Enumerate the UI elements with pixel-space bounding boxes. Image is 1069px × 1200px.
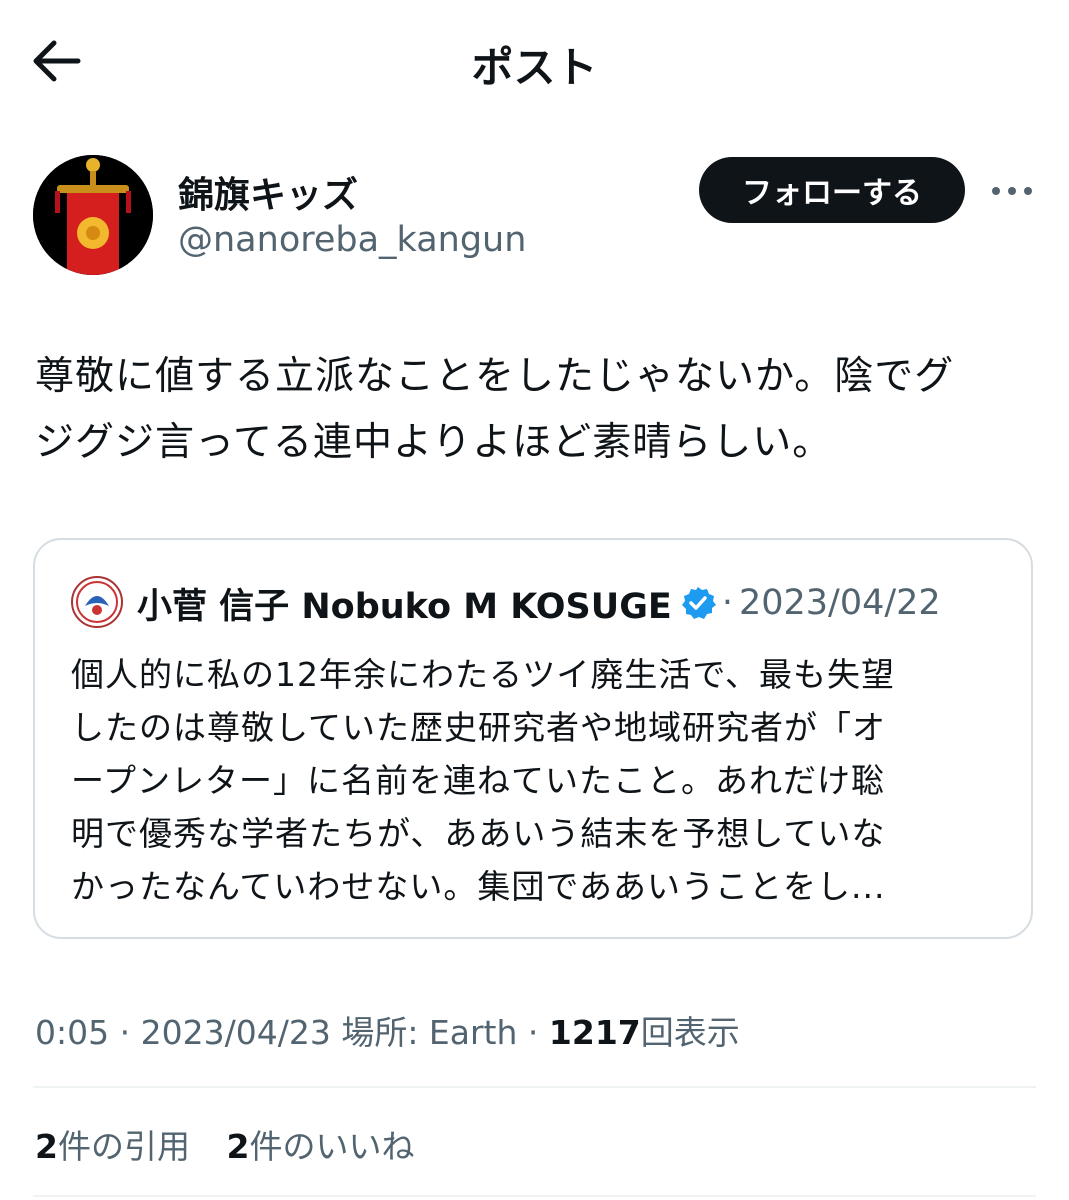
quoted-text-line: 個人的に私の12年余にわたるツイ廃生活で、最も失望	[71, 655, 896, 694]
quoted-post-date: 2023/04/22	[738, 583, 941, 623]
banner-flag-icon	[33, 155, 153, 275]
author-handle[interactable]: @nanoreba_kangun	[178, 220, 526, 260]
views-label: 回表示	[640, 1013, 740, 1052]
logo-icon	[75, 580, 119, 624]
divider	[33, 1086, 1036, 1088]
quoted-text-line: かったなんていわせない。集団でああいうことをし...	[71, 867, 886, 906]
views-count: 1217	[548, 1013, 641, 1052]
post-location: 場所: Earth	[341, 1013, 518, 1052]
verified-badge-icon	[681, 587, 716, 619]
quotes-label: 件の引用	[57, 1127, 190, 1166]
quotes-link[interactable]: 2件の引用	[35, 1127, 190, 1166]
quoted-post-header: 小菅 信子 Nobuko M KOSUGE · 2023/04/22	[137, 574, 941, 632]
quoted-post-card[interactable]: 小菅 信子 Nobuko M KOSUGE · 2023/04/22 個人的に私…	[33, 538, 1033, 939]
quoted-post-text: 個人的に私の12年余にわたるツイ廃生活で、最も失望 したのは尊敬していた歴史研究…	[71, 648, 1001, 913]
divider	[33, 1195, 1036, 1197]
likes-link[interactable]: 2件のいいね	[226, 1127, 414, 1166]
post-text: 尊敬に値する立派なことをしたじゃないか。陰でグ ジグジ言ってる連中よりよほど素晴…	[35, 344, 1045, 476]
author-display-name[interactable]: 錦旗キッズ	[178, 166, 358, 218]
quoted-author-name: 小菅 信子 Nobuko M KOSUGE	[137, 586, 672, 627]
likes-label: 件のいいね	[249, 1127, 415, 1166]
separator-dot: ·	[527, 1013, 539, 1052]
likes-count: 2	[226, 1127, 250, 1166]
post-text-line: ジグジ言ってる連中よりよほど素晴らしい。	[35, 420, 833, 465]
more-options-icon[interactable]	[988, 176, 1036, 206]
quotes-count: 2	[35, 1127, 58, 1166]
separator-dot: ·	[721, 583, 733, 623]
quoted-text-line: 明で優秀な学者たちが、ああいう結末を予想していな	[71, 814, 886, 853]
page-title: ポスト	[471, 43, 598, 92]
post-time[interactable]: 0:05	[35, 1013, 109, 1052]
post-text-line: 尊敬に値する立派なことをしたじゃないか。陰でグ	[35, 354, 955, 399]
author-avatar[interactable]	[33, 155, 153, 275]
quoted-text-line: したのは尊敬していた歴史研究者や地域研究者が「オ	[71, 708, 887, 747]
post-metadata: 0:05 · 2023/04/23 場所: Earth · 1217回表示	[35, 1006, 740, 1054]
engagement-stats: 2件の引用 2件のいいね	[35, 1120, 440, 1168]
quoted-text-line: ープンレター」に名前を連ねていたこと。あれだけ聡	[71, 761, 886, 800]
separator-dot: ·	[119, 1013, 131, 1052]
top-bar: ポスト	[0, 0, 1069, 120]
follow-button[interactable]: フォローする	[699, 157, 965, 223]
post-date[interactable]: 2023/04/23	[141, 1013, 331, 1052]
quoted-author-avatar	[71, 576, 123, 628]
